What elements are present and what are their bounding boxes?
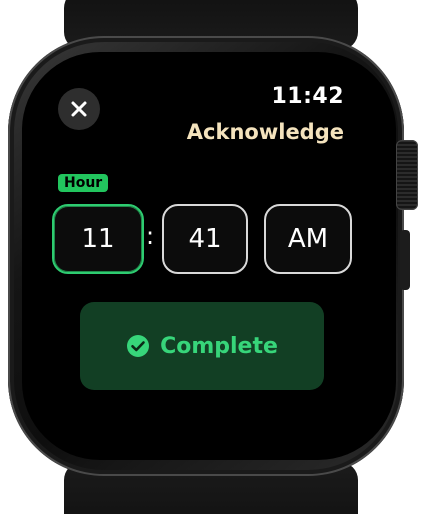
close-icon [71, 101, 87, 117]
page-title: Acknowledge [186, 120, 344, 144]
complete-label: Complete [160, 333, 278, 359]
hour-value: 11 [81, 224, 115, 254]
period-picker[interactable]: AM [264, 204, 352, 274]
checkmark-circle-icon [127, 335, 150, 357]
period-value: AM [287, 224, 329, 254]
time-separator: : [146, 222, 155, 250]
close-button[interactable] [58, 88, 100, 130]
digital-crown[interactable] [396, 140, 418, 210]
minute-value: 41 [188, 224, 222, 254]
status-time: 11:42 [271, 84, 344, 109]
side-button[interactable] [400, 230, 410, 290]
minute-picker[interactable]: 41 [162, 204, 248, 274]
watch-mockup: 11:42 Acknowledge Hour 11 : 41 AM Comple… [0, 0, 422, 514]
complete-button[interactable]: Complete [80, 302, 324, 390]
hour-picker[interactable]: 11 [52, 204, 144, 274]
active-field-badge: Hour [58, 174, 109, 192]
watch-screen: 11:42 Acknowledge Hour 11 : 41 AM Comple… [22, 52, 396, 460]
